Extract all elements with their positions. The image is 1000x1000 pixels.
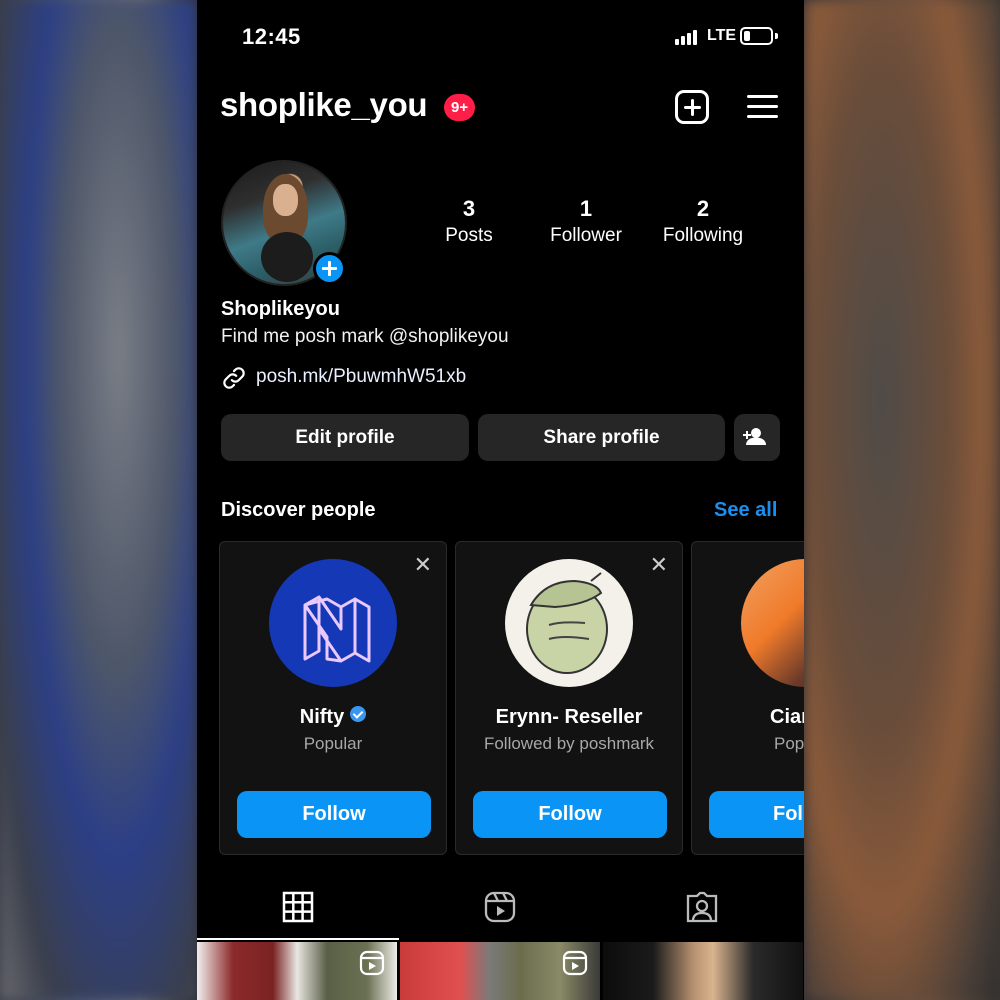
suggestion-name: Ciar: [770, 706, 804, 728]
see-all-link[interactable]: See all: [714, 499, 777, 522]
post-thumbnail[interactable]: [400, 942, 600, 1000]
add-person-icon: [743, 428, 766, 445]
follow-button[interactable]: Follow: [473, 791, 667, 838]
battery-tip: [775, 33, 778, 39]
stat-posts[interactable]: 3 Posts: [414, 196, 524, 250]
link-icon: [223, 367, 245, 389]
lemon-logo-icon: [526, 572, 608, 674]
tab-active-indicator: [197, 938, 399, 940]
suggestion-card[interactable]: Ciar Pop Fol: [691, 541, 804, 855]
suggestion-subtitle: Popular: [303, 734, 363, 753]
close-icon[interactable]: ✕: [650, 552, 668, 578]
network-label: LTE: [707, 27, 737, 44]
nifty-logo-icon: [303, 595, 371, 663]
background-blur-left: [0, 0, 197, 1000]
stat-label: Follower: [550, 225, 622, 246]
create-post-icon[interactable]: [675, 90, 709, 124]
discover-people-button[interactable]: [734, 414, 780, 461]
suggestion-avatar[interactable]: [741, 559, 804, 687]
notification-badge: 9+: [444, 94, 476, 121]
status-time: 12:45: [242, 24, 301, 49]
reels-icon[interactable]: [483, 890, 517, 924]
phone-screen: 12:45 LTE shoplike_you 9+ 3 Posts 1 Foll…: [197, 0, 804, 1000]
suggestion-card[interactable]: ✕ Nifty Popular Follow: [219, 541, 447, 855]
suggestion-card[interactable]: ✕ Erynn- Reseller Followed by poshmark F…: [455, 541, 683, 855]
stat-followers[interactable]: 1 Follower: [531, 196, 641, 250]
grid-icon[interactable]: [281, 890, 315, 924]
stat-label: Posts: [445, 225, 493, 246]
stat-value: 1: [579, 196, 593, 221]
follow-button[interactable]: Follow: [237, 791, 431, 838]
suggestion-avatar[interactable]: [269, 559, 397, 687]
share-profile-button[interactable]: Share profile: [478, 414, 725, 461]
background-blur-right: [804, 0, 1000, 1000]
menu-icon[interactable]: [747, 95, 778, 119]
verified-icon: [350, 706, 367, 722]
stat-following[interactable]: 2 Following: [648, 196, 758, 250]
suggestion-avatar[interactable]: [505, 559, 633, 687]
profile-username[interactable]: shoplike_you: [220, 86, 428, 124]
suggestion-subtitle: Pop: [774, 734, 804, 753]
suggestion-name: Nifty: [220, 706, 446, 729]
discover-people-title: Discover people: [221, 499, 376, 521]
reel-icon: [562, 950, 588, 976]
signal-icon: [675, 29, 697, 45]
post-thumbnail[interactable]: [197, 942, 397, 1000]
bio-text: Find me posh mark @shoplikeyou: [221, 326, 509, 347]
display-name: Shoplikeyou: [221, 298, 340, 320]
battery-icon: [740, 27, 773, 45]
add-story-icon[interactable]: [313, 252, 346, 285]
suggestion-subtitle: Followed by poshmark: [483, 734, 655, 753]
stat-value: 2: [696, 196, 710, 221]
profile-link[interactable]: posh.mk/PbuwmhW51xb: [256, 366, 466, 388]
post-thumbnail[interactable]: [603, 942, 803, 1000]
tagged-icon[interactable]: [685, 890, 719, 924]
suggestion-name: Erynn- Reseller: [495, 706, 643, 728]
stat-value: 3: [462, 196, 476, 221]
edit-profile-button[interactable]: Edit profile: [221, 414, 469, 461]
stat-label: Following: [662, 225, 744, 246]
close-icon[interactable]: ✕: [414, 552, 432, 578]
follow-button[interactable]: Fol: [709, 791, 804, 838]
reel-icon: [359, 950, 385, 976]
